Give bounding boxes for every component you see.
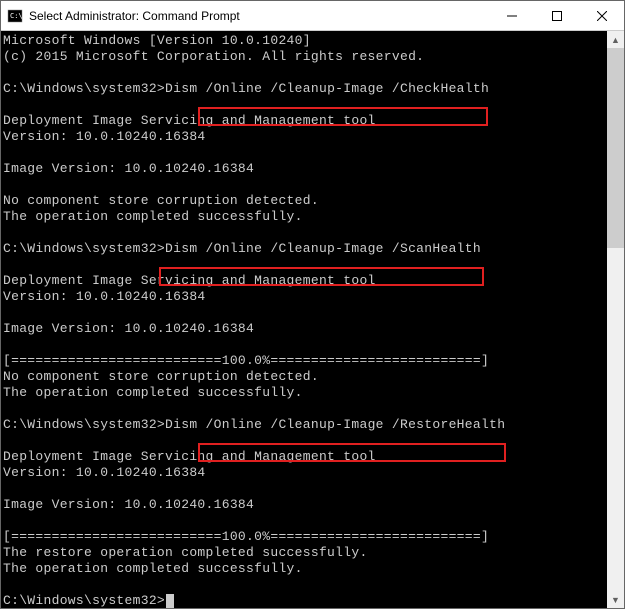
console-output: Microsoft Windows [Version 10.0.10240] (… bbox=[1, 31, 624, 608]
command-prompt-window: C:\ Select Administrator: Command Prompt… bbox=[0, 0, 625, 609]
vertical-scrollbar[interactable]: ▲ ▼ bbox=[607, 31, 624, 608]
minimize-button[interactable] bbox=[489, 1, 534, 30]
window-title: Select Administrator: Command Prompt bbox=[29, 9, 489, 23]
svg-text:C:\: C:\ bbox=[10, 12, 23, 20]
maximize-button[interactable] bbox=[534, 1, 579, 30]
scroll-thumb[interactable] bbox=[607, 48, 624, 248]
scroll-track[interactable] bbox=[607, 48, 624, 591]
cmd-icon: C:\ bbox=[7, 8, 23, 24]
scroll-down-arrow[interactable]: ▼ bbox=[607, 591, 624, 608]
close-button[interactable] bbox=[579, 1, 624, 30]
window-controls bbox=[489, 1, 624, 30]
scroll-up-arrow[interactable]: ▲ bbox=[607, 31, 624, 48]
cursor bbox=[166, 594, 174, 608]
console-area[interactable]: Microsoft Windows [Version 10.0.10240] (… bbox=[1, 31, 624, 608]
titlebar[interactable]: C:\ Select Administrator: Command Prompt bbox=[1, 1, 624, 31]
